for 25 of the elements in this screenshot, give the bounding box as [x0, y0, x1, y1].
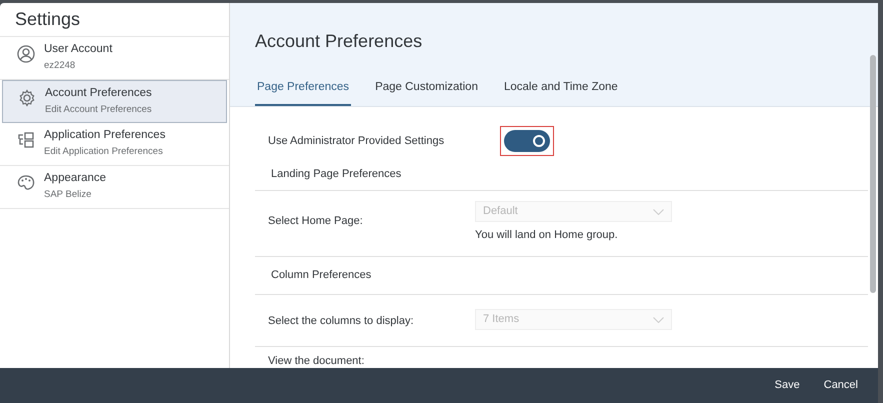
chevron-down-icon [653, 316, 664, 322]
section-heading: Column Preferences [271, 268, 372, 284]
footer-button[interactable]: Save [764, 372, 810, 398]
toggle-switch[interactable] [504, 130, 550, 152]
hint-text: You will land on Home group. [475, 228, 619, 243]
settings-icon [18, 89, 36, 107]
field-label: Use Administrator Provided Settings [268, 134, 446, 149]
scrollbar[interactable] [870, 55, 876, 293]
sidebar-item[interactable]: Account Preferences Edit Account Preferences [2, 80, 227, 123]
sidebar-item[interactable]: Application Preferences Edit Application Preferences [0, 123, 229, 166]
tab[interactable]: Page Preferences [255, 72, 352, 106]
sidebar-item[interactable]: Appearance SAP Belize [0, 166, 229, 209]
chevron-down-icon [653, 208, 664, 214]
tab[interactable]: Locale and Time Zone [502, 72, 620, 106]
user-icon [17, 45, 35, 63]
section-heading: Landing Page Preferences [271, 167, 402, 182]
apps-icon [17, 131, 35, 149]
field-label: View the document: [268, 355, 364, 367]
field-label: Select the columns to display: [268, 314, 415, 329]
page-title: Account Preferences [255, 30, 422, 53]
footer-button[interactable]: Cancel [814, 372, 868, 398]
palette-icon [17, 174, 35, 192]
sidebar-title: Settings [15, 8, 80, 31]
field-label: Select Home Page: [268, 214, 364, 229]
tab[interactable]: Page Customization [373, 72, 480, 106]
